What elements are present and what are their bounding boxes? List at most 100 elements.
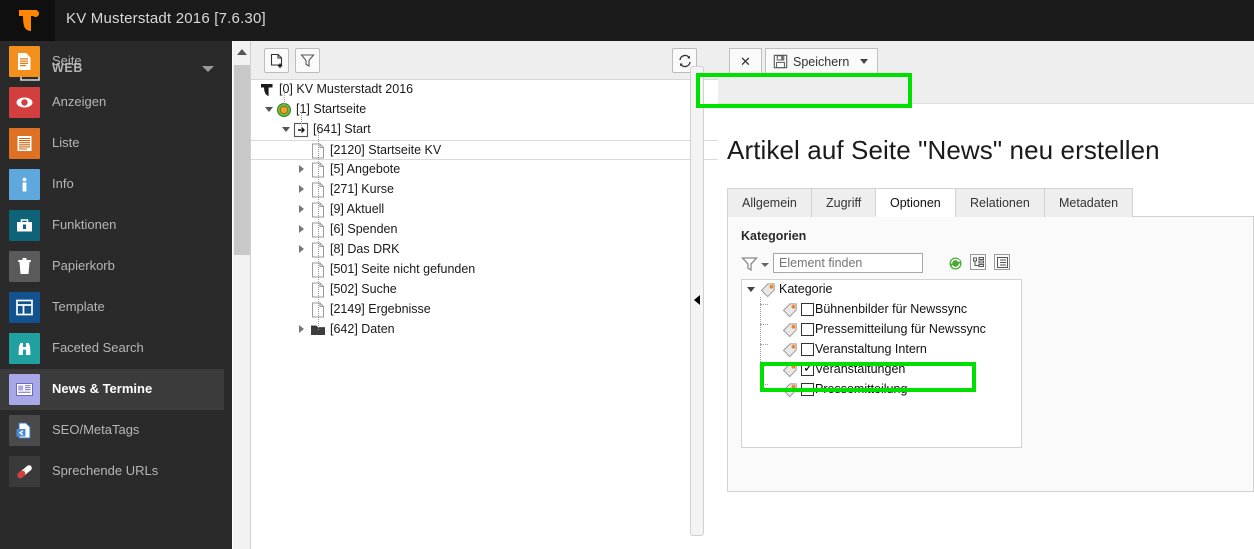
chevron-right-icon[interactable] xyxy=(299,185,304,193)
collapse-left-icon xyxy=(694,295,700,305)
category-tree-row[interactable]: Veranstaltung Intern xyxy=(742,340,1021,360)
sidebar-item-liste[interactable]: Liste xyxy=(0,123,224,164)
page-tree-node-label: [0] KV Musterstadt 2016 xyxy=(279,82,414,96)
page-tree-node[interactable]: [641] Start xyxy=(251,120,718,140)
page-tree-node-label: [9] Aktuell xyxy=(330,202,385,216)
scroll-up-icon[interactable] xyxy=(237,49,247,55)
category-checkbox[interactable]: ✓ xyxy=(801,361,814,376)
category-tree-row[interactable]: Pressemitteilung xyxy=(742,380,1021,400)
tab-label: Optionen xyxy=(890,195,941,210)
funnel-icon[interactable] xyxy=(741,256,758,271)
sidebar-item-faceted-search[interactable]: Faceted Search xyxy=(0,328,224,369)
page-tree-node[interactable]: [5] Angebote xyxy=(251,160,718,180)
category-tree-row[interactable]: Bühnenbilder für Newssync xyxy=(742,300,1021,320)
chevron-down-icon xyxy=(860,59,868,64)
page-tree-node[interactable]: [2120] Startseite KV xyxy=(251,140,718,160)
collapse-all-button[interactable] xyxy=(994,254,1010,270)
sidebar-item-news-termine[interactable]: News & Termine xyxy=(0,369,224,410)
category-tree-row[interactable]: Pressemitteilung für Newssync xyxy=(742,320,1021,340)
page-tree-scrollbar[interactable] xyxy=(233,41,251,549)
chevron-right-icon[interactable] xyxy=(299,245,304,253)
new-page-button[interactable] xyxy=(264,48,289,73)
page-title-topbar: KV Musterstadt 2016 [7.6.30] xyxy=(66,10,266,27)
page-tree-node-label: [271] Kurse xyxy=(330,182,394,196)
page-tree-node[interactable]: [271] Kurse xyxy=(251,180,718,200)
page-tree-node[interactable]: [2149] Ergebnisse xyxy=(251,300,718,320)
template-icon xyxy=(9,292,40,323)
page-tree: [0] KV Musterstadt 2016 [1] Startseite [64… xyxy=(251,80,718,549)
category-checkbox[interactable] xyxy=(801,323,814,336)
sidebar-item-label: Seite xyxy=(52,53,82,68)
chevron-down-icon[interactable] xyxy=(761,263,769,267)
sidebar-item-papierkorb[interactable]: Papierkorb xyxy=(0,246,224,287)
typo3-backend: KV Musterstadt 2016 [7.6.30] WEB Seite An… xyxy=(0,0,1254,549)
eye-icon xyxy=(9,87,40,118)
expand-tree-icon xyxy=(972,256,984,267)
chevron-right-icon[interactable] xyxy=(299,165,304,173)
tree-collapse-handle[interactable] xyxy=(690,66,704,536)
page-tree-node[interactable]: [642] Daten xyxy=(251,320,718,340)
category-checkbox[interactable] xyxy=(801,383,814,396)
sidebar-item-label: SEO/MetaTags xyxy=(52,422,140,437)
page-tree-node[interactable]: [502] Suche xyxy=(251,280,718,300)
page-tree-node[interactable]: [9] Aktuell xyxy=(251,200,718,220)
chevron-down-icon[interactable] xyxy=(282,127,290,132)
category-search-input[interactable] xyxy=(773,253,923,273)
chevron-right-icon[interactable] xyxy=(299,225,304,233)
tab-pane-optionen: Kategorien Element finden Kategorie Bühn… xyxy=(727,217,1254,492)
page-tree-node[interactable]: [1] Startseite xyxy=(251,100,718,120)
trash-icon xyxy=(9,251,40,282)
tree-connector xyxy=(318,132,319,330)
module-list: Seite Anzeigen Liste Info Funktionen Papierko… xyxy=(0,41,232,492)
page-tree-node[interactable]: [501] Seite nicht gefunden xyxy=(251,260,718,280)
category-checkbox[interactable] xyxy=(801,303,814,316)
sidebar-item-label: Faceted Search xyxy=(52,340,144,355)
form-tabs: Allgemein Zugriff Optionen Relationen Metada… xyxy=(727,188,1254,217)
expand-all-button[interactable] xyxy=(970,254,986,270)
tag-icon xyxy=(760,282,776,298)
chevron-right-icon[interactable] xyxy=(299,325,304,333)
filter-tree-button[interactable] xyxy=(295,48,320,73)
info-icon xyxy=(9,169,40,200)
category-label: Pressemitteilung für Newssync xyxy=(815,322,986,336)
tab-label: Allgemein xyxy=(742,196,797,210)
tab-allgemein[interactable]: Allgemein xyxy=(727,188,812,217)
sidebar-item-label: Papierkorb xyxy=(52,258,115,273)
chevron-down-icon[interactable] xyxy=(265,107,273,112)
sidebar-item-label: Info xyxy=(52,176,74,191)
sidebar-item-seite[interactable]: Seite xyxy=(0,41,224,82)
sidebar-item-funktionen[interactable]: Funktionen xyxy=(0,205,224,246)
page-tree-node-label: [6] Spenden xyxy=(330,222,398,236)
tab-optionen[interactable]: Optionen xyxy=(875,188,956,217)
category-tree-connector xyxy=(760,364,768,365)
page-tree-node[interactable]: [6] Spenden xyxy=(251,220,718,240)
tab-zugriff[interactable]: Zugriff xyxy=(811,188,877,217)
toolbox-icon xyxy=(9,210,40,241)
category-tree-row[interactable]: ✓ Veranstaltungen xyxy=(742,360,1021,380)
tab-relationen[interactable]: Relationen xyxy=(955,188,1045,217)
sidebar-item-sprechende-urls[interactable]: Sprechende URLs xyxy=(0,451,224,492)
chevron-down-icon[interactable] xyxy=(747,287,755,292)
page-tree-panel: [0] KV Musterstadt 2016 [1] Startseite [64… xyxy=(251,41,718,549)
category-tree-row[interactable]: Kategorie xyxy=(742,280,1021,300)
sidebar-item-info[interactable]: Info xyxy=(0,164,224,205)
category-checkbox[interactable] xyxy=(801,343,814,356)
page-tree-node[interactable]: [8] Das DRK xyxy=(251,240,718,260)
save-button[interactable]: Speichern xyxy=(765,48,860,75)
scrollbar-thumb[interactable] xyxy=(234,65,250,255)
cancel-button[interactable]: ✕ xyxy=(729,48,762,75)
newspaper-icon xyxy=(9,374,40,405)
chevron-right-icon[interactable] xyxy=(299,205,304,213)
page-tree-node[interactable]: [0] KV Musterstadt 2016 xyxy=(251,80,718,100)
page-tree-node-label: [642] Daten xyxy=(330,322,395,336)
form-toolbar: ✕ Speichern xyxy=(718,41,1254,104)
list-view-icon xyxy=(996,256,1008,268)
category-refresh-button[interactable] xyxy=(946,254,964,272)
floppy-disk-icon xyxy=(773,54,788,69)
save-options-button[interactable] xyxy=(851,48,878,75)
tab-label: Metadaten xyxy=(1059,196,1119,210)
sidebar-item-template[interactable]: Template xyxy=(0,287,224,328)
sidebar-item-seo-metatags[interactable]: SEO/MetaTags xyxy=(0,410,224,451)
tab-metadaten[interactable]: Metadaten xyxy=(1044,188,1134,217)
sidebar-item-anzeigen[interactable]: Anzeigen xyxy=(0,82,224,123)
